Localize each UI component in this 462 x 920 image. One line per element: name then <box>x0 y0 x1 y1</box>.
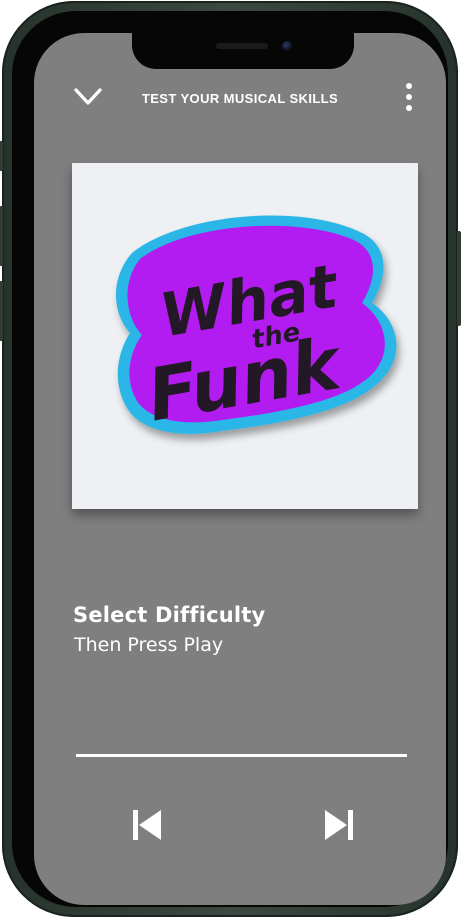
chevron-down-icon <box>74 88 102 105</box>
power-button <box>457 231 461 326</box>
progress-fill <box>76 754 407 757</box>
what-the-funk-logo: What the Funk <box>116 215 397 437</box>
app-screen: TEST YOUR MUSICAL SKILLS What the Funk S… <box>34 33 446 905</box>
skip-next-icon <box>325 810 353 840</box>
phone-bezel: TEST YOUR MUSICAL SKILLS What the Funk S… <box>12 11 448 907</box>
next-button[interactable] <box>322 807 356 843</box>
more-vertical-icon <box>406 83 412 89</box>
phone-frame: TEST YOUR MUSICAL SKILLS What the Funk S… <box>0 1 461 917</box>
header-bar: TEST YOUR MUSICAL SKILLS <box>34 73 446 121</box>
volume-up-button <box>0 206 3 266</box>
track-title: Select Difficulty <box>73 603 266 627</box>
more-vertical-icon-dot <box>406 94 412 100</box>
collapse-button[interactable] <box>68 79 108 115</box>
progress-bar[interactable] <box>76 754 407 757</box>
more-vertical-icon-dot <box>406 105 412 111</box>
track-subtitle: Then Press Play <box>74 634 224 656</box>
front-camera <box>282 41 292 51</box>
speaker-grille <box>216 43 268 49</box>
more-options-button[interactable] <box>394 77 424 117</box>
album-artwork: What the Funk <box>72 163 418 509</box>
silent-switch <box>0 141 3 171</box>
skip-previous-icon <box>133 810 161 840</box>
previous-button[interactable] <box>130 807 164 843</box>
notch <box>132 33 354 69</box>
volume-down-button <box>0 281 3 341</box>
header-title: TEST YOUR MUSICAL SKILLS <box>141 91 339 106</box>
